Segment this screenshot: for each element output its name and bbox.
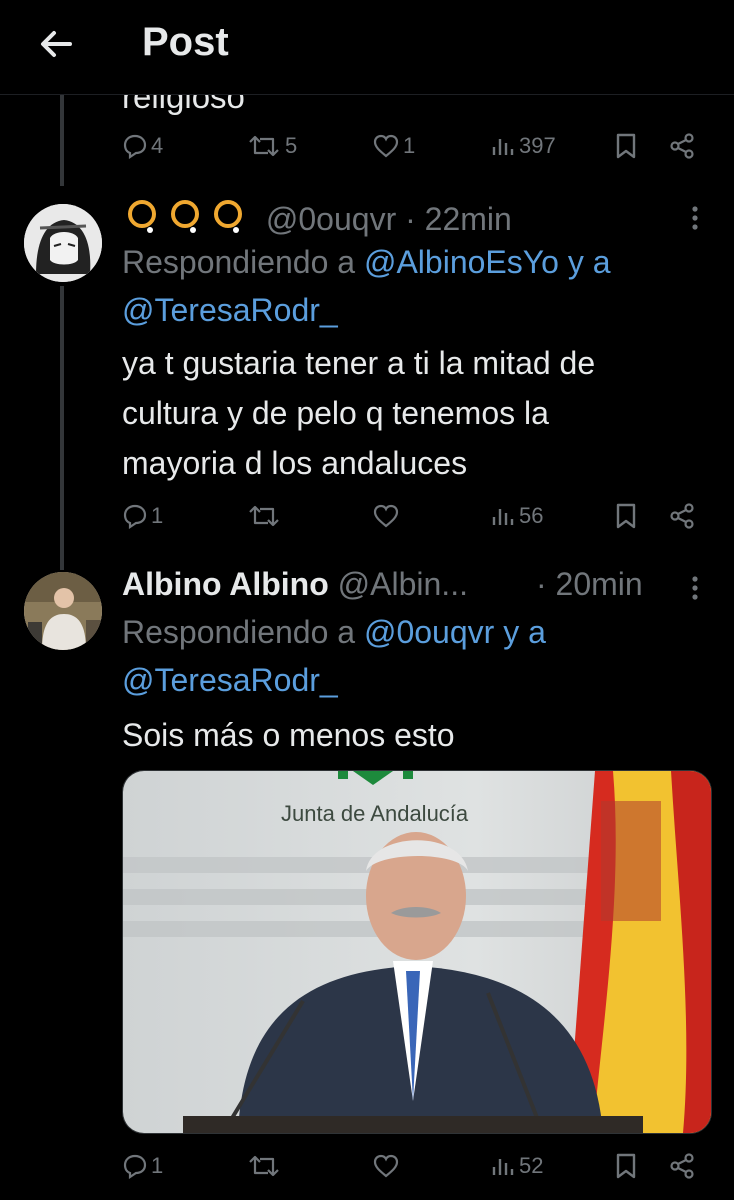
tweet-header: Albino Albino @Albin... [122, 566, 468, 603]
avatar[interactable] [24, 204, 102, 282]
tweet-text: Sois más o menos esto [122, 710, 702, 760]
bookmark-icon [616, 133, 636, 159]
views-button[interactable]: 397 [490, 126, 556, 166]
timestamp[interactable]: 22min [425, 201, 512, 237]
replying-prefix: Respondiendo a [122, 244, 356, 280]
separator: · [405, 201, 416, 237]
thread-line [60, 94, 64, 186]
retweet-count: 5 [285, 133, 298, 158]
tweet-text-line: Sois más o menos esto [122, 717, 455, 753]
retweet-button[interactable]: 5 [246, 126, 297, 166]
reply-button[interactable]: 1 [122, 496, 163, 536]
share-icon [670, 133, 694, 159]
retweet-icon [249, 505, 279, 527]
tweet-text-line: cultura y de pelo q tenemos la [122, 395, 549, 431]
thread-line [60, 286, 64, 570]
reply-button[interactable]: 4 [122, 126, 163, 166]
tweet-actions: 1 56 [122, 496, 702, 536]
mention-link[interactable]: @TeresaRodr_ [122, 662, 338, 698]
replying-to: Respondiendo a @0ouqvr y a [122, 614, 546, 651]
user-handle[interactable]: @Albin... [338, 566, 468, 602]
views-count: 397 [519, 133, 556, 158]
share-icon [670, 503, 694, 529]
share-button[interactable] [668, 126, 696, 166]
mention-link[interactable]: @0ouqvr [364, 614, 494, 650]
retweet-button[interactable] [246, 1146, 282, 1186]
tweet-header: @0ouqvr · 22min [122, 196, 512, 238]
timestamp[interactable]: 20min [556, 566, 643, 602]
media-caption: Junta de Andalucía [281, 801, 469, 826]
replying-join: y a [503, 614, 546, 650]
display-name[interactable]: Albino Albino [122, 566, 329, 602]
replying-to: Respondiendo a @AlbinoEsYo y a [122, 244, 611, 281]
media-photo: Junta de Andalucía [123, 771, 711, 1133]
back-arrow-icon[interactable] [34, 22, 78, 66]
top-bar: Post [0, 0, 734, 95]
more-options-icon[interactable] [686, 202, 704, 238]
tweet-time: · 20min [536, 566, 643, 603]
reply-button[interactable]: 1 [122, 1146, 163, 1186]
views-button[interactable]: 56 [490, 496, 543, 536]
avatar-image [24, 204, 102, 282]
reply-count: 4 [151, 133, 164, 158]
bookmark-button[interactable] [614, 1146, 638, 1186]
tweet-media-image[interactable]: Junta de Andalucía [122, 770, 712, 1134]
page-title: Post [142, 20, 229, 64]
views-count: 56 [519, 503, 544, 528]
heart-icon [373, 504, 399, 528]
retweet-icon [249, 135, 279, 157]
replying-prefix: Respondiendo a [122, 614, 356, 650]
retweet-button[interactable] [246, 496, 282, 536]
mention-link[interactable]: @TeresaRodr_ [122, 292, 338, 328]
replying-to-line-2: @TeresaRodr_ [122, 662, 338, 699]
reply-icon [123, 134, 147, 159]
retweet-icon [249, 1155, 279, 1177]
separator: · [536, 566, 547, 602]
like-button[interactable]: 1 [372, 126, 415, 166]
reply-count: 1 [151, 1153, 164, 1178]
more-options-icon[interactable] [686, 572, 704, 608]
views-button[interactable]: 52 [490, 1146, 543, 1186]
tweet-actions: 1 52 [122, 1146, 702, 1186]
heart-icon [373, 1154, 399, 1178]
like-button[interactable] [372, 1146, 400, 1186]
display-name-emoji [128, 200, 242, 233]
share-icon [670, 1153, 694, 1179]
bookmark-button[interactable] [614, 126, 638, 166]
tweet-text: ya t gustaria tener a ti la mitad de cul… [122, 338, 702, 488]
views-count: 52 [519, 1153, 544, 1178]
tweet-text-line: mayoria d los andaluces [122, 445, 468, 481]
share-button[interactable] [668, 1146, 696, 1186]
avatar[interactable] [24, 572, 102, 650]
like-count: 1 [403, 133, 416, 158]
heart-icon [373, 134, 399, 158]
bookmark-icon [616, 1153, 636, 1179]
bookmark-icon [616, 503, 636, 529]
reply-count: 1 [151, 503, 164, 528]
like-button[interactable] [372, 496, 400, 536]
reply-icon [123, 1154, 147, 1179]
replying-join: y a [567, 244, 611, 280]
views-icon [492, 1159, 514, 1175]
mention-link[interactable]: @AlbinoEsYo [364, 244, 559, 280]
reply-icon [123, 504, 147, 529]
bookmark-button[interactable] [614, 496, 638, 536]
views-icon [492, 509, 514, 525]
avatar-image [24, 572, 102, 650]
replying-to-line-2: @TeresaRodr_ [122, 292, 338, 329]
user-handle[interactable]: @0ouqvr [266, 201, 396, 237]
share-button[interactable] [668, 496, 696, 536]
previous-tweet-actions: 4 5 1 397 [122, 126, 702, 166]
tweet-text-line: ya t gustaria tener a ti la mitad de [122, 345, 596, 381]
views-icon [492, 139, 514, 155]
